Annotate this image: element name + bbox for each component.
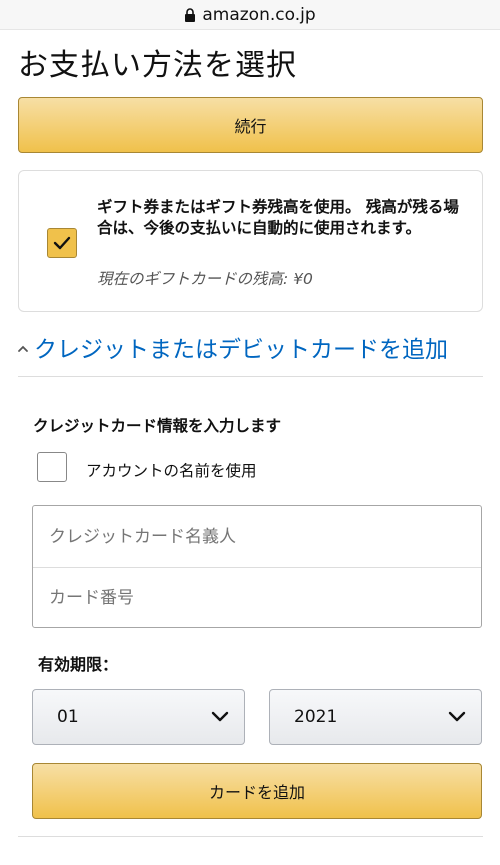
browser-url-bar[interactable]: amazon.co.jp <box>0 0 500 30</box>
expiry-year-select[interactable]: 2021 <box>269 689 482 745</box>
chevron-down-icon <box>448 711 466 722</box>
section-divider <box>18 376 483 377</box>
add-card-toggle-link[interactable]: クレジットまたはデビットカードを追加 <box>16 330 448 364</box>
expiry-year-value: 2021 <box>294 707 338 727</box>
card-fields-group <box>32 505 482 628</box>
add-card-button-label: カードを追加 <box>208 783 305 802</box>
card-info-heading: クレジットカード情報を入力します <box>33 417 282 435</box>
expiry-label: 有効期限： <box>38 655 119 674</box>
expiry-month-value: 01 <box>57 707 79 727</box>
card-number-input[interactable] <box>33 567 481 628</box>
url-domain: amazon.co.jp <box>202 4 316 25</box>
lock-icon <box>185 7 196 22</box>
gift-card-checkbox[interactable] <box>47 228 77 258</box>
gift-card-balance: 現在のギフトカードの残高: ¥0 <box>97 270 313 288</box>
add-card-link-label: クレジットまたはデビットカードを追加 <box>34 337 448 363</box>
continue-button[interactable]: 続行 <box>18 97 483 153</box>
checkmark-icon <box>53 236 71 250</box>
use-account-name-checkbox[interactable] <box>37 452 67 482</box>
chevron-up-icon <box>18 345 28 352</box>
use-account-name-label: アカウントの名前を使用 <box>86 462 257 480</box>
gift-card-option: ギフト券またはギフト券残高を使用。 残高が残る場合は、今後の支払いに自動的に使用… <box>18 170 483 312</box>
page-title: お支払い方法を選択 <box>18 48 297 83</box>
add-card-button[interactable]: カードを追加 <box>32 763 482 819</box>
continue-button-label: 続行 <box>234 117 267 136</box>
bottom-divider <box>18 836 483 837</box>
gift-card-description: ギフト券またはギフト券残高を使用。 残高が残る場合は、今後の支払いに自動的に使用… <box>97 198 459 237</box>
chevron-down-icon <box>211 711 229 722</box>
expiry-month-select[interactable]: 01 <box>32 689 245 745</box>
cardholder-name-input[interactable] <box>33 506 481 567</box>
